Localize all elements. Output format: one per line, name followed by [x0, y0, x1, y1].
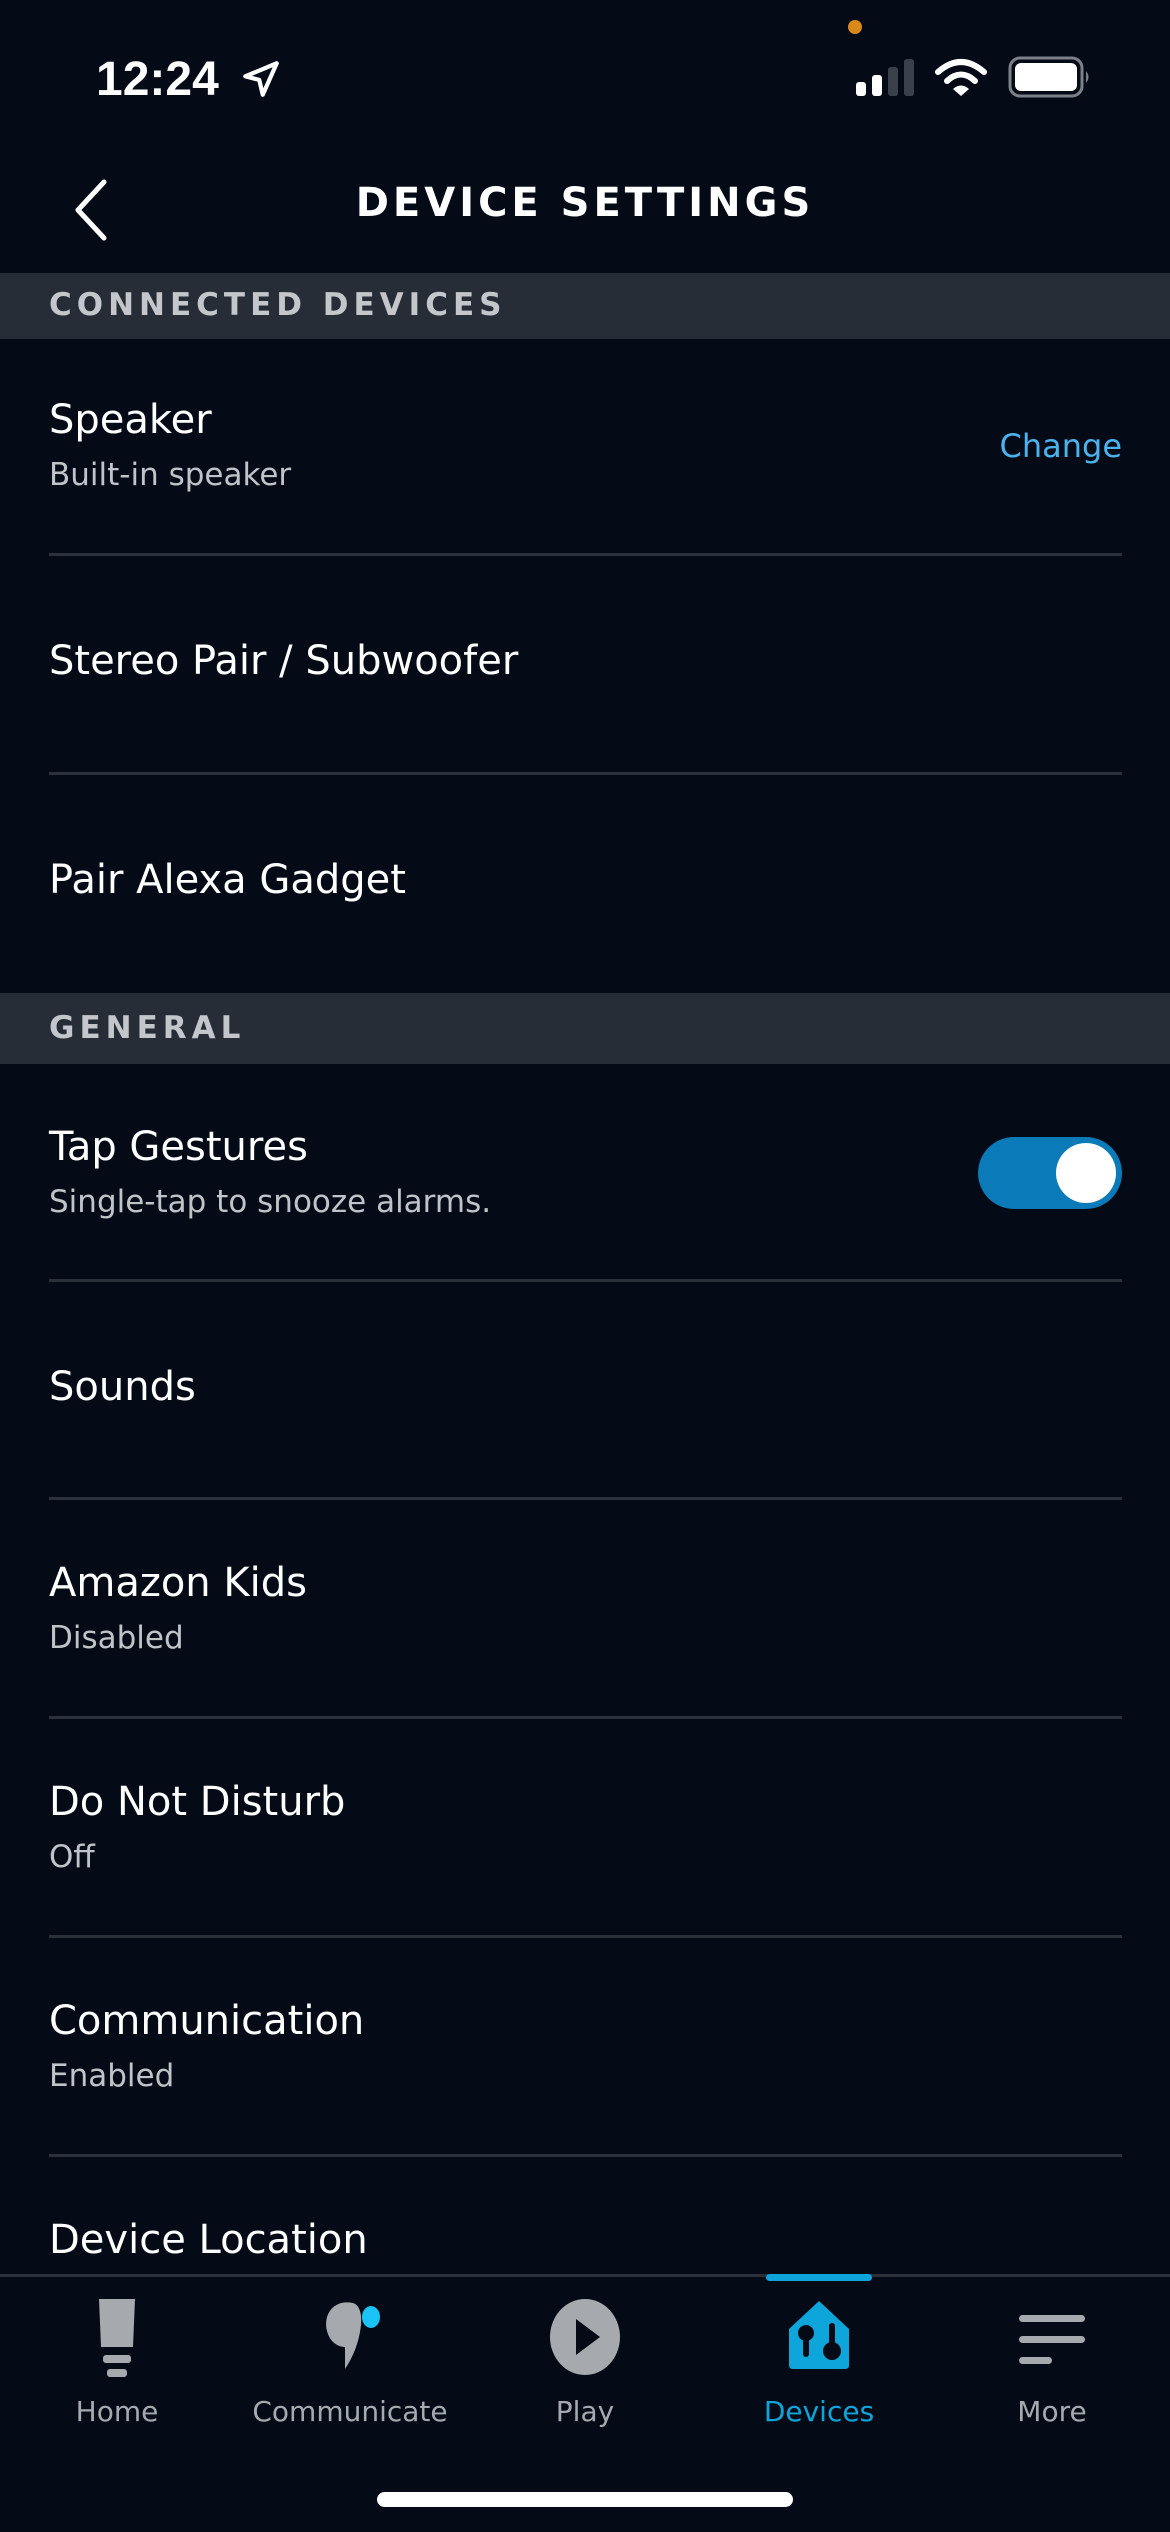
home-icon — [99, 2299, 135, 2377]
tab-more[interactable]: More — [952, 2295, 1152, 2435]
signal-icon — [856, 59, 914, 96]
status-time: 12:24 — [96, 53, 219, 106]
settings-row-amazon-kids[interactable]: Amazon Kids Disabled — [0, 1500, 1170, 1719]
settings-row-tap-gestures[interactable]: Tap Gestures Single-tap to snooze alarms… — [0, 1064, 1170, 1282]
tab-communicate[interactable]: Communicate — [250, 2295, 450, 2435]
settings-row-device-location[interactable]: Device Location — [0, 2157, 1170, 2274]
row-title: Pair Alexa Gadget — [49, 857, 406, 903]
tab-label: Devices — [763, 2395, 875, 2428]
row-title: Amazon Kids — [49, 1560, 307, 1606]
row-subtitle: Single-tap to snooze alarms. — [49, 1184, 492, 1220]
toggle-knob — [1056, 1143, 1116, 1203]
tab-label: Home — [75, 2395, 159, 2428]
location-arrow-icon — [243, 61, 279, 97]
row-title: Sounds — [49, 1364, 196, 1410]
tab-home[interactable]: Home — [17, 2295, 217, 2435]
section-label: GENERAL — [49, 1010, 246, 1046]
settings-row-communication[interactable]: Communication Enabled — [0, 1938, 1170, 2157]
row-subtitle: Enabled — [49, 2058, 175, 2094]
play-icon — [550, 2299, 620, 2375]
wifi-icon — [935, 59, 987, 96]
devices-icon — [789, 2301, 849, 2369]
active-tab-indicator — [766, 2274, 872, 2281]
section-label: CONNECTED DEVICES — [49, 287, 507, 323]
tab-label: More — [1017, 2395, 1087, 2428]
section-header-general: GENERAL — [0, 993, 1170, 1064]
privacy-indicator-dot — [848, 20, 862, 34]
tab-label: Play — [555, 2395, 615, 2428]
status-bar: 12:24 — [0, 0, 1170, 140]
more-icon — [1019, 2315, 1085, 2364]
tap-gestures-toggle[interactable] — [978, 1137, 1122, 1209]
settings-row-speaker[interactable]: Speaker Built-in speaker Change — [0, 339, 1170, 556]
page-title: DEVICE SETTINGS — [355, 180, 815, 226]
change-speaker-link[interactable]: Change — [999, 427, 1122, 465]
section-header-connected-devices: CONNECTED DEVICES — [0, 273, 1170, 339]
row-title: Speaker — [49, 397, 212, 443]
row-subtitle: Off — [49, 1839, 95, 1875]
tab-devices[interactable]: Devices — [719, 2295, 919, 2435]
settings-row-do-not-disturb[interactable]: Do Not Disturb Off — [0, 1719, 1170, 1938]
row-subtitle: Built-in speaker — [49, 457, 292, 493]
row-title: Device Location — [49, 2217, 368, 2263]
row-title: Tap Gestures — [49, 1124, 308, 1170]
battery-icon — [1008, 56, 1089, 98]
row-title: Communication — [49, 1998, 365, 2044]
nav-header: DEVICE SETTINGS — [0, 140, 1170, 273]
row-title: Stereo Pair / Subwoofer — [49, 638, 519, 684]
tab-play[interactable]: Play — [485, 2295, 685, 2435]
communicate-icon — [326, 2302, 380, 2369]
settings-row-sounds[interactable]: Sounds — [0, 1282, 1170, 1500]
notification-badge — [362, 2306, 380, 2328]
settings-row-stereo-pair[interactable]: Stereo Pair / Subwoofer — [0, 556, 1170, 775]
row-subtitle: Disabled — [49, 1620, 184, 1656]
row-title: Do Not Disturb — [49, 1779, 346, 1825]
settings-row-pair-alexa-gadget[interactable]: Pair Alexa Gadget — [0, 775, 1170, 993]
tab-label: Communicate — [252, 2395, 448, 2428]
home-indicator[interactable] — [377, 2492, 793, 2507]
